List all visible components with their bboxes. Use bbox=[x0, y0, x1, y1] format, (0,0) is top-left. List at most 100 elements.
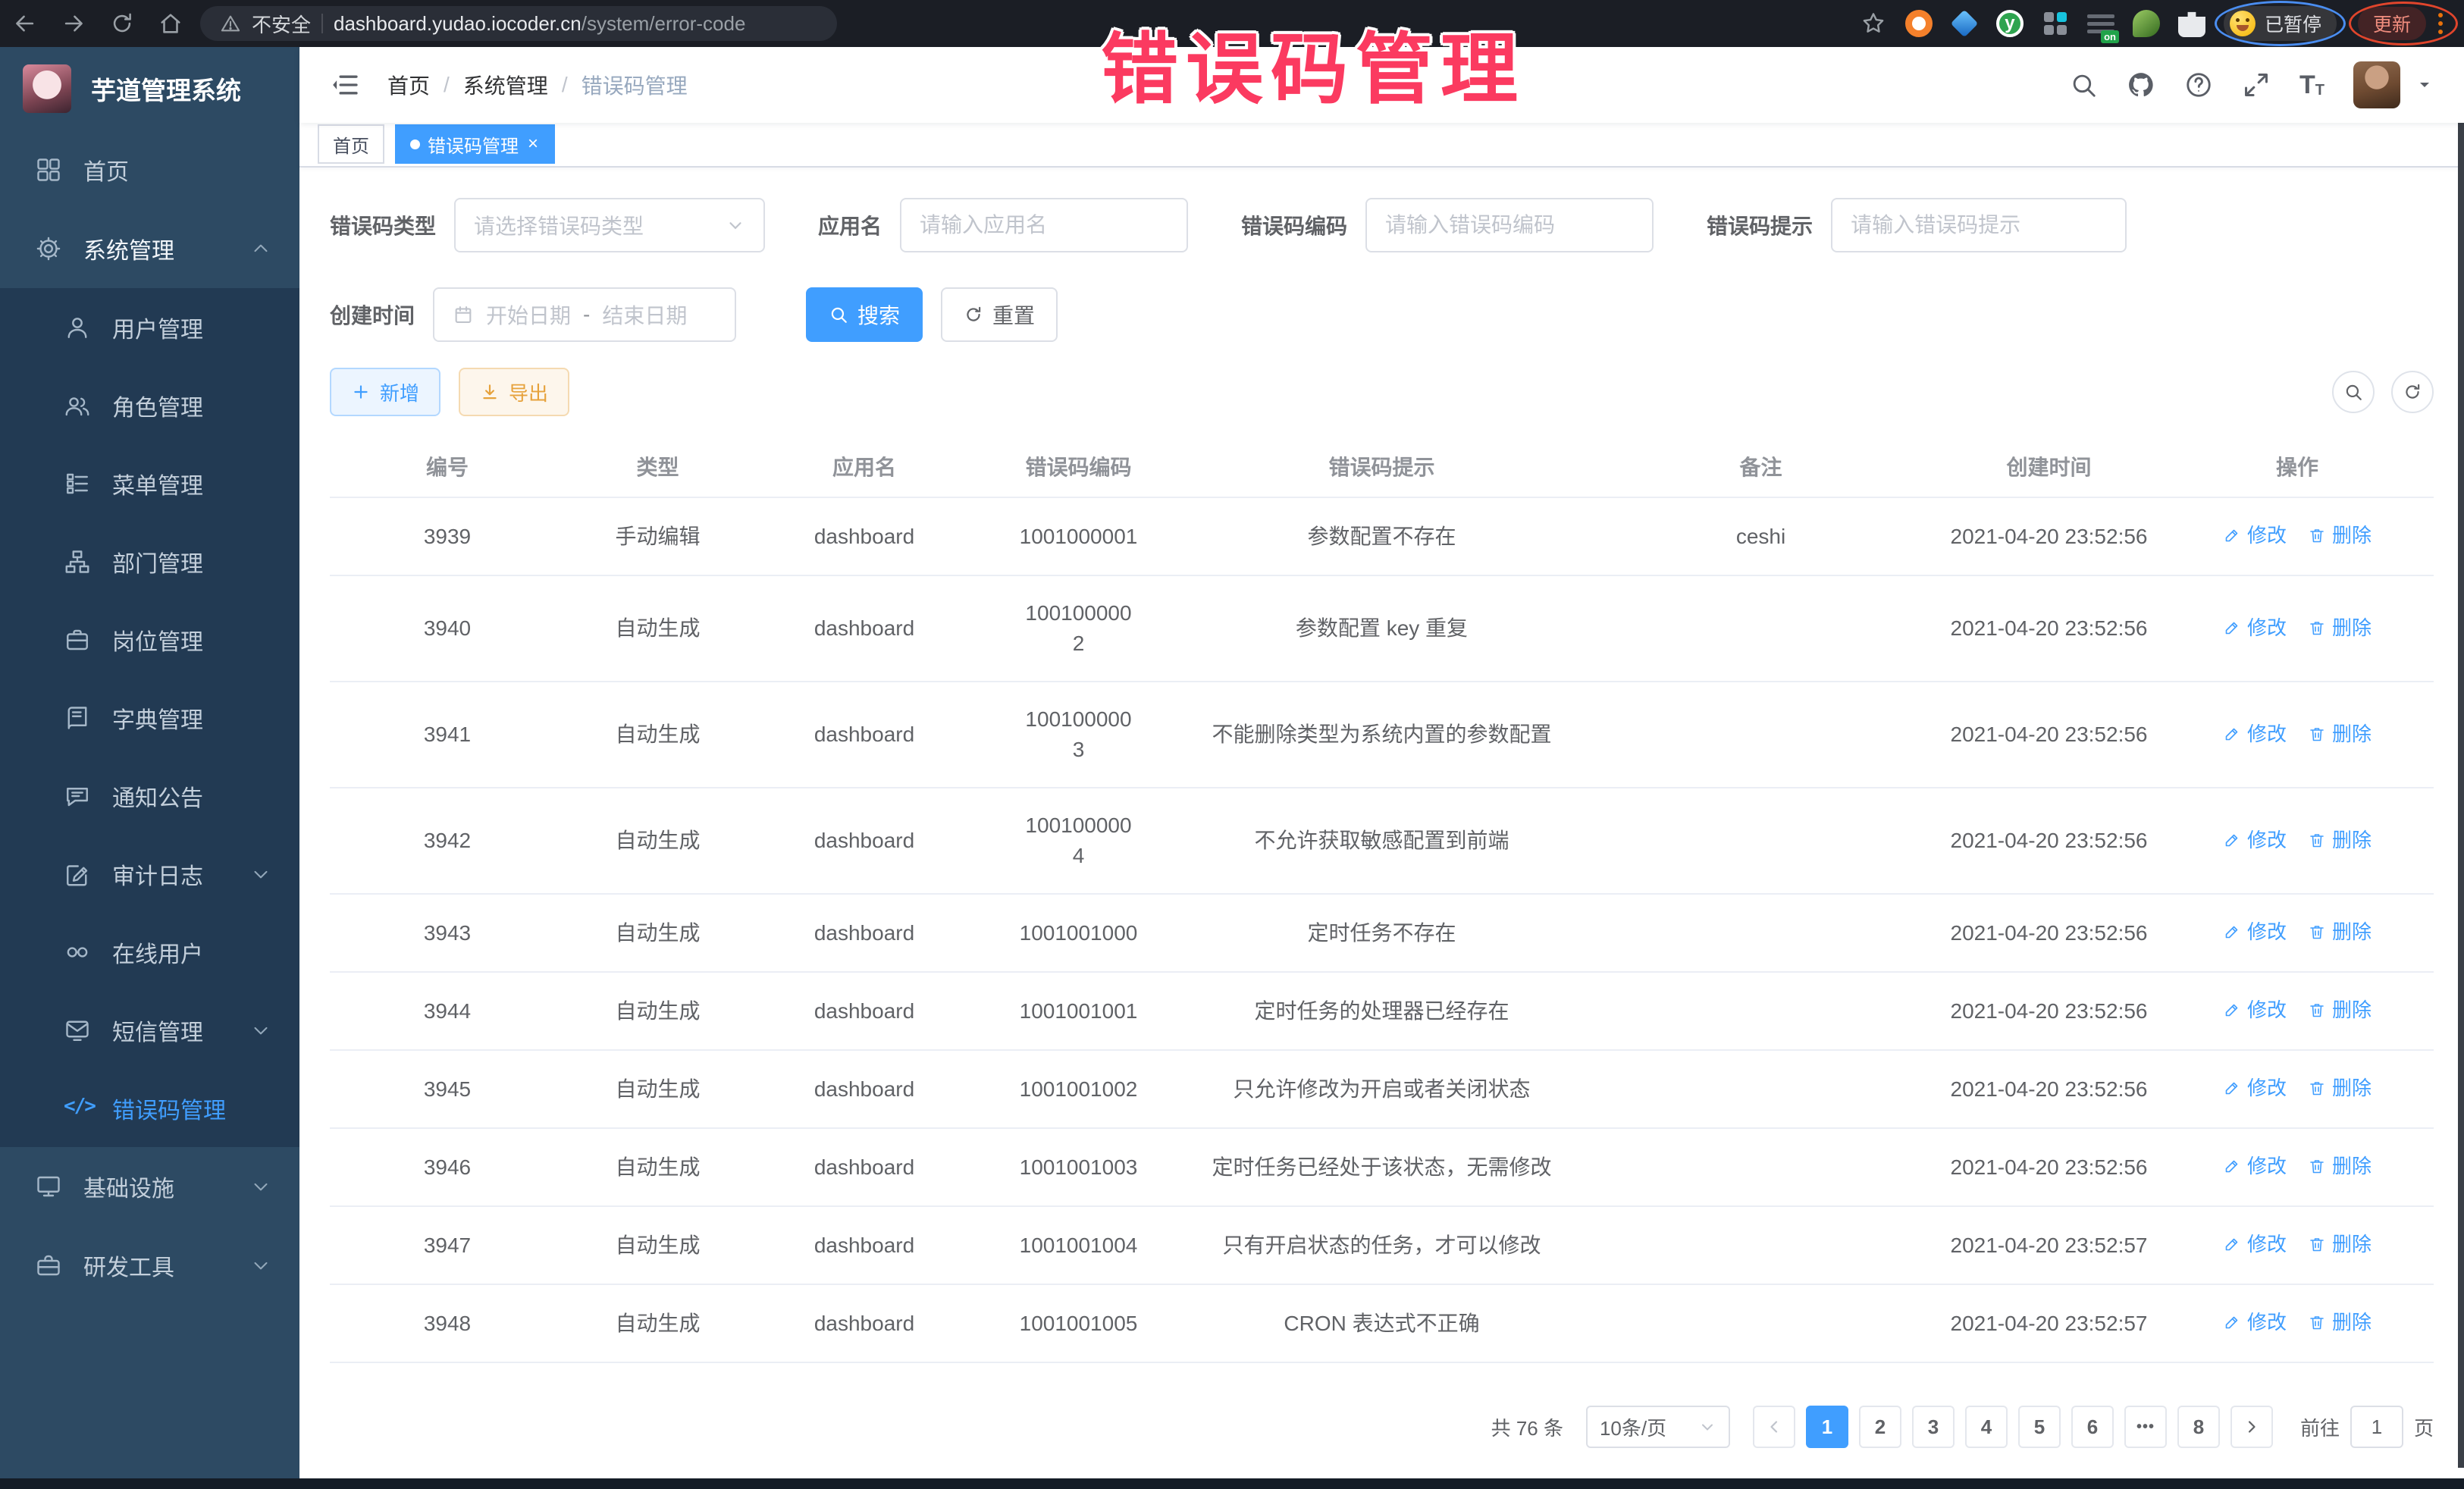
sidebar-item-online-user[interactable]: 在线用户 bbox=[0, 913, 299, 991]
extension-icon-5[interactable]: on bbox=[2087, 10, 2114, 37]
tag-error-code[interactable]: 错误码管理× bbox=[395, 124, 555, 164]
cell-msg: 只有开启状态的任务，才可以修改 bbox=[1179, 1206, 1585, 1284]
extensions-puzzle-icon[interactable] bbox=[2178, 10, 2205, 37]
edit-link[interactable]: 修改 bbox=[2223, 825, 2287, 855]
sidebar-item-notice-announcement[interactable]: 通知公告 bbox=[0, 757, 299, 835]
tag-home[interactable]: 首页 bbox=[318, 124, 384, 164]
sidebar-item-error-code-management[interactable]: </>错误码管理 bbox=[0, 1069, 299, 1147]
page-button-2[interactable]: 2 bbox=[1859, 1406, 1901, 1448]
bookmark-star-icon[interactable] bbox=[1860, 10, 1887, 37]
search-button-label: 搜索 bbox=[857, 299, 900, 330]
forward-icon[interactable] bbox=[61, 11, 86, 36]
browser-update-button[interactable]: 更新 bbox=[2358, 7, 2426, 40]
delete-link[interactable]: 删除 bbox=[2308, 1307, 2372, 1337]
sidebar-item-user-management[interactable]: 用户管理 bbox=[0, 288, 299, 366]
add-button[interactable]: 新增 bbox=[330, 368, 440, 416]
browser-menu-kebab-icon[interactable] bbox=[2432, 10, 2449, 37]
sidebar-item-post-management[interactable]: 岗位管理 bbox=[0, 600, 299, 679]
delete-link[interactable]: 删除 bbox=[2308, 719, 2372, 749]
extension-icon-3[interactable]: y bbox=[1996, 10, 2024, 37]
address-bar[interactable]: 不安全 dashboard.yudao.iocoder.cn/system/er… bbox=[200, 6, 837, 41]
next-page-button[interactable] bbox=[2230, 1406, 2273, 1448]
font-size-icon[interactable]: TT bbox=[2299, 72, 2324, 98]
page-button-5[interactable]: 5 bbox=[2018, 1406, 2061, 1448]
page-button-6[interactable]: 6 bbox=[2071, 1406, 2114, 1448]
user-avatar[interactable] bbox=[2353, 61, 2400, 108]
app-name-input[interactable] bbox=[900, 198, 1188, 252]
edit-link-label: 修改 bbox=[2247, 1151, 2287, 1181]
edit-link[interactable]: 修改 bbox=[2223, 613, 2287, 643]
delete-link[interactable]: 删除 bbox=[2308, 917, 2372, 947]
refresh-table-button[interactable] bbox=[2391, 371, 2434, 413]
error-type-select[interactable]: 请选择错误码类型 bbox=[454, 198, 765, 252]
column-header-0: 编号 bbox=[330, 436, 565, 497]
page-more-button[interactable]: ••• bbox=[2124, 1406, 2167, 1448]
extension-icon-1[interactable] bbox=[1905, 10, 1933, 37]
delete-link[interactable]: 删除 bbox=[2308, 1229, 2372, 1259]
sidebar-item-label: 基础设施 bbox=[83, 1170, 249, 1203]
sidebar-item-menu-management[interactable]: 菜单管理 bbox=[0, 444, 299, 522]
toggle-search-button[interactable] bbox=[2332, 371, 2375, 413]
tree-icon bbox=[64, 548, 91, 575]
sidebar-item-label: 用户管理 bbox=[112, 311, 272, 344]
sidebar-item-dev-tools[interactable]: 研发工具 bbox=[0, 1226, 299, 1305]
delete-link[interactable]: 删除 bbox=[2308, 520, 2372, 550]
page-button-3[interactable]: 3 bbox=[1912, 1406, 1955, 1448]
cell-time: 2021-04-20 23:52:56 bbox=[1937, 1050, 2161, 1128]
sidebar-item-home[interactable]: 首页 bbox=[0, 130, 299, 209]
tag-close-icon[interactable]: × bbox=[526, 135, 540, 153]
delete-link[interactable]: 删除 bbox=[2308, 613, 2372, 643]
edit-link[interactable]: 修改 bbox=[2223, 520, 2287, 550]
edit-link[interactable]: 修改 bbox=[2223, 1229, 2287, 1259]
avatar-caret-icon[interactable] bbox=[2415, 76, 2434, 94]
app-logo-row[interactable]: 芋道管理系统 bbox=[0, 47, 299, 130]
delete-link[interactable]: 删除 bbox=[2308, 995, 2372, 1025]
sidebar-item-role-management[interactable]: 角色管理 bbox=[0, 366, 299, 444]
reset-button[interactable]: 重置 bbox=[941, 287, 1058, 342]
sidebar-item-sms-management[interactable]: 短信管理 bbox=[0, 991, 299, 1069]
page-content: 错误码类型 请选择错误码类型 应用名 错误码编码 bbox=[299, 168, 2464, 1478]
back-icon[interactable] bbox=[12, 11, 38, 36]
edit-link[interactable]: 修改 bbox=[2223, 1073, 2287, 1103]
edit-link[interactable]: 修改 bbox=[2223, 917, 2287, 947]
edit-link[interactable]: 修改 bbox=[2223, 719, 2287, 749]
delete-link[interactable]: 删除 bbox=[2308, 825, 2372, 855]
github-icon[interactable] bbox=[2127, 71, 2155, 99]
sidebar: 芋道管理系统 首页系统管理用户管理角色管理菜单管理部门管理岗位管理字典管理通知公… bbox=[0, 47, 299, 1478]
delete-link[interactable]: 删除 bbox=[2308, 1073, 2372, 1103]
search-icon[interactable] bbox=[2069, 71, 2098, 99]
page-size-select[interactable]: 10条/页 bbox=[1586, 1406, 1730, 1448]
sidebar-item-dict-management[interactable]: 字典管理 bbox=[0, 679, 299, 757]
prev-page-button[interactable] bbox=[1753, 1406, 1795, 1448]
page-button-8[interactable]: 8 bbox=[2177, 1406, 2220, 1448]
breadcrumb-home[interactable]: 首页 bbox=[387, 70, 430, 100]
breadcrumb-system[interactable]: 系统管理 bbox=[463, 70, 548, 100]
extension-icon-2[interactable] bbox=[1951, 10, 1979, 38]
create-time-range-picker[interactable]: 开始日期 - 结束日期 bbox=[433, 287, 736, 342]
error-code-input[interactable] bbox=[1365, 198, 1654, 252]
extension-icon-4[interactable] bbox=[2042, 10, 2069, 37]
reload-icon[interactable] bbox=[109, 11, 135, 36]
security-label[interactable]: 不安全 bbox=[252, 10, 311, 38]
delete-link[interactable]: 删除 bbox=[2308, 1151, 2372, 1181]
help-icon[interactable] bbox=[2184, 71, 2213, 99]
hamburger-icon[interactable] bbox=[330, 70, 360, 100]
sidebar-item-infrastructure[interactable]: 基础设施 bbox=[0, 1147, 299, 1226]
home-icon[interactable] bbox=[158, 11, 183, 36]
fullscreen-icon[interactable] bbox=[2242, 71, 2271, 99]
export-button[interactable]: 导出 bbox=[459, 368, 569, 416]
browser-profile-chip[interactable]: 已暂停 bbox=[2224, 6, 2337, 41]
error-msg-input[interactable] bbox=[1831, 198, 2127, 252]
edit-link[interactable]: 修改 bbox=[2223, 1151, 2287, 1181]
edit-link[interactable]: 修改 bbox=[2223, 995, 2287, 1025]
sidebar-item-audit-log[interactable]: 审计日志 bbox=[0, 835, 299, 913]
page-button-1[interactable]: 1 bbox=[1806, 1406, 1848, 1448]
goto-page-input[interactable] bbox=[2350, 1406, 2403, 1448]
sidebar-item-dept-management[interactable]: 部门管理 bbox=[0, 522, 299, 600]
url-text[interactable]: dashboard.yudao.iocoder.cn/system/error-… bbox=[334, 12, 745, 36]
page-button-4[interactable]: 4 bbox=[1965, 1406, 2008, 1448]
edit-link[interactable]: 修改 bbox=[2223, 1307, 2287, 1337]
search-button[interactable]: 搜索 bbox=[806, 287, 923, 342]
sidebar-item-system-management[interactable]: 系统管理 bbox=[0, 209, 299, 288]
extension-icon-6[interactable] bbox=[2133, 10, 2160, 37]
